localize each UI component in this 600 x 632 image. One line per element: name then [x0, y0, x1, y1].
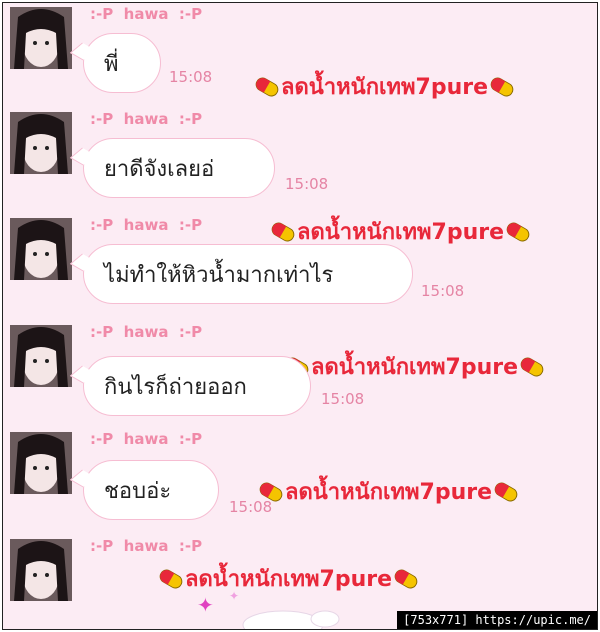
sender-name: :-P hawa :-P — [90, 323, 203, 341]
message-bubble[interactable]: ไม่ทำให้หิวน้ำมากเท่าไร — [83, 244, 413, 304]
avatar-photo-icon — [10, 218, 72, 280]
sender-name: :-P hawa :-P — [90, 430, 203, 448]
sender-name: :-P hawa :-P — [90, 110, 203, 128]
sender-name: :-P hawa :-P — [90, 216, 203, 234]
message-bubble[interactable]: ชอบอ่ะ — [83, 460, 219, 520]
watermark-text: ลดน้ำหนักเทพ7pure — [283, 349, 546, 384]
avatar[interactable] — [10, 432, 72, 494]
chat-screenshot: :-P hawa :-P พี่ 15:08 ลดน้ำหนักเทพ7pure… — [2, 2, 598, 630]
sticker-icon — [242, 610, 340, 629]
pill-icon — [157, 566, 185, 590]
avatar[interactable] — [10, 539, 72, 601]
watermark-text: ลดน้ำหนักเทพ7pure — [253, 69, 516, 104]
message-time: 15:08 — [285, 175, 329, 193]
chat-message: :-P hawa :-P ลดน้ำหนักเทพ7pure ไม่ทำให้ห… — [3, 216, 597, 316]
message-bubble[interactable]: ยาดีจังเลยอ่ — [83, 138, 275, 198]
pill-icon — [253, 74, 281, 98]
avatar[interactable] — [10, 112, 72, 174]
avatar[interactable] — [10, 218, 72, 280]
chat-message: :-P hawa :-P พี่ 15:08 ลดน้ำหนักเทพ7pure — [3, 5, 597, 105]
pill-icon — [269, 219, 297, 243]
chat-message: :-P hawa :-P ยาดีจังเลยอ่ 15:08 — [3, 110, 597, 210]
avatar[interactable] — [10, 7, 72, 69]
watermark-label: ลดน้ำหนักเทพ7pure — [311, 355, 519, 380]
pill-icon — [504, 219, 532, 243]
pill-icon — [488, 74, 516, 98]
watermark-label: ลดน้ำหนักเทพ7pure — [281, 75, 489, 100]
image-source-label: [753x771] https://upic.me/ — [397, 611, 597, 629]
message-time: 15:08 — [169, 68, 213, 86]
sparkle-icon: ✦ — [197, 593, 214, 617]
message-time: 15:08 — [321, 390, 365, 408]
avatar-photo-icon — [10, 432, 72, 494]
chat-message: :-P hawa :-P ชอบอ่ะ ลดน้ำหนักเทพ7pure 15… — [3, 430, 597, 530]
watermark-label: ลดน้ำหนักเทพ7pure — [185, 567, 393, 592]
watermark-label: ลดน้ำหนักเทพ7pure — [285, 480, 493, 505]
watermark-text: ลดน้ำหนักเทพ7pure — [257, 474, 520, 509]
pill-icon — [492, 479, 520, 503]
sender-name: :-P hawa :-P — [90, 537, 203, 555]
pill-icon — [518, 354, 546, 378]
pill-icon — [392, 566, 420, 590]
sender-name: :-P hawa :-P — [90, 5, 203, 23]
avatar[interactable] — [10, 325, 72, 387]
message-bubble[interactable]: กินไรก็ถ่ายออก — [83, 356, 311, 416]
message-time: 15:08 — [421, 282, 465, 300]
avatar-photo-icon — [10, 112, 72, 174]
avatar-photo-icon — [10, 539, 72, 601]
message-time: 15:08 — [229, 498, 273, 516]
chat-message: :-P hawa :-P ลดน้ำหนักเทพ7pure กินไรก็ถ่… — [3, 323, 597, 423]
message-bubble[interactable]: พี่ — [83, 33, 161, 93]
watermark-text: ลดน้ำหนักเทพ7pure — [157, 561, 420, 596]
avatar-photo-icon — [10, 325, 72, 387]
avatar-photo-icon — [10, 7, 72, 69]
